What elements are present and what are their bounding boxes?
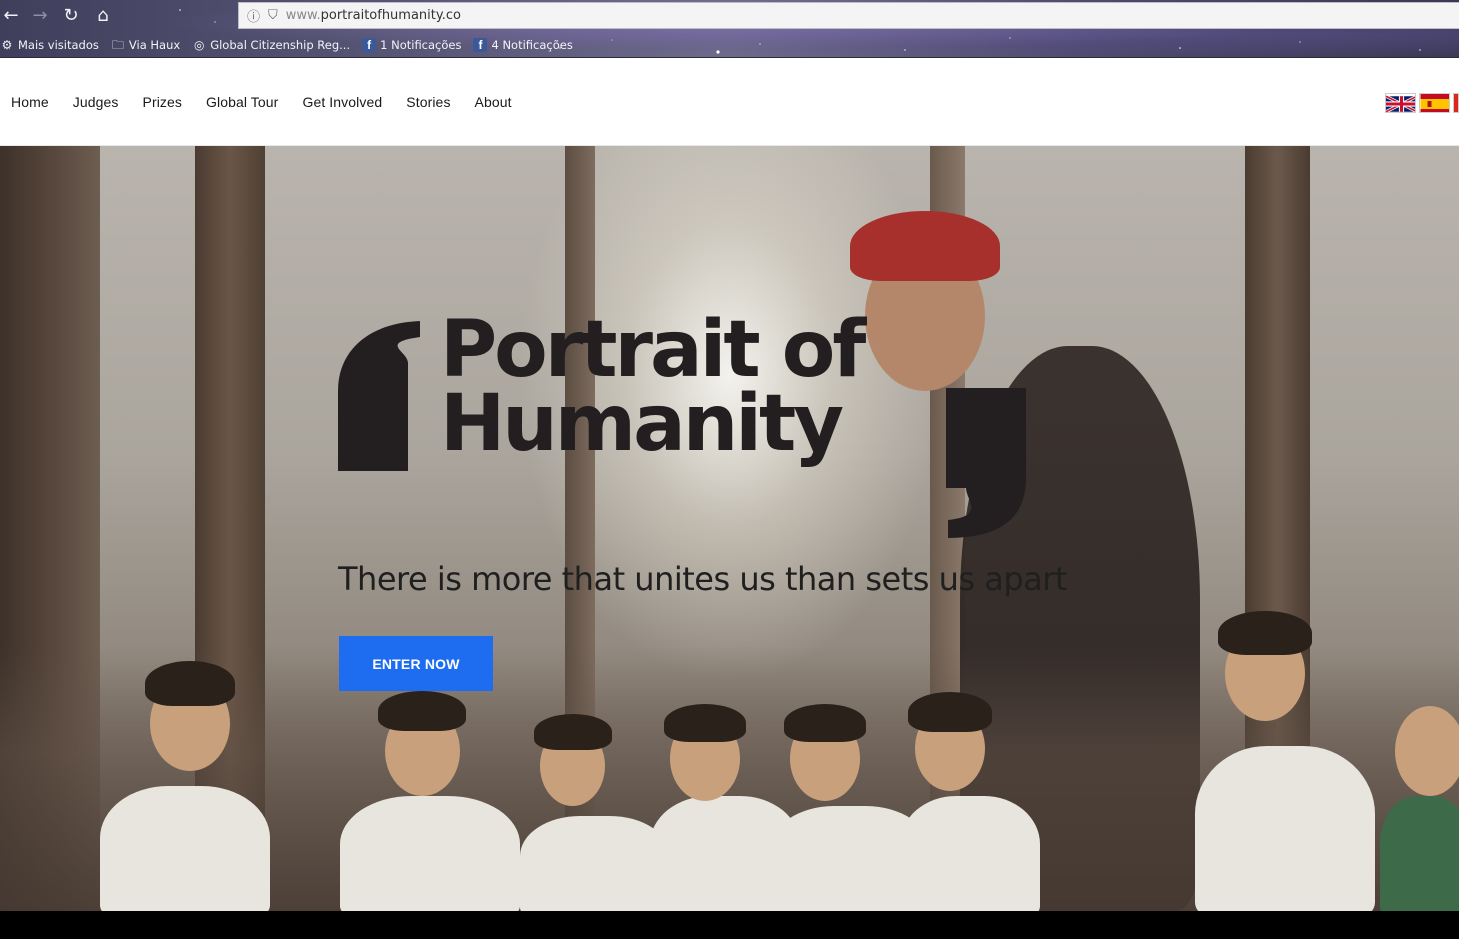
home-icon[interactable]: ⌂ [92, 5, 114, 27]
facebook-icon: f [473, 38, 488, 52]
nav-prizes[interactable]: Prizes [143, 94, 183, 110]
forward-arrow-icon[interactable]: → [29, 5, 51, 27]
main-navigation: Home Judges Prizes Global Tour Get Invol… [11, 94, 536, 110]
photo-subject-hair [850, 211, 1000, 281]
portrait-of-humanity-logo: Portrait of Humanity [338, 305, 1038, 543]
nav-home[interactable]: Home [11, 94, 49, 110]
reload-icon[interactable]: ↻ [60, 5, 82, 27]
portugal-flag-icon[interactable] [1453, 93, 1459, 113]
bookmark-most-visited[interactable]: ⚙ Mais visitados [0, 38, 99, 52]
logo-line-2: Humanity [440, 379, 844, 469]
nav-stories[interactable]: Stories [406, 94, 450, 110]
nav-global-tour[interactable]: Global Tour [206, 94, 278, 110]
back-arrow-icon[interactable]: ← [0, 5, 22, 27]
bookmark-via-haux[interactable]: 🗀 Via Haux [111, 38, 180, 52]
open-quote-mark-icon [338, 321, 420, 471]
facebook-icon: f [362, 38, 377, 52]
nav-about[interactable]: About [475, 94, 512, 110]
hero-tagline: There is more that unites us than sets u… [338, 560, 1067, 598]
uk-flag-icon[interactable] [1385, 93, 1416, 113]
bookmark-facebook-notifications-2[interactable]: f 4 Notificações [473, 38, 573, 52]
nav-get-involved[interactable]: Get Involved [302, 94, 382, 110]
logo-wordmark: Portrait of Humanity [440, 305, 866, 469]
photo-children-group [0, 611, 1459, 911]
bottom-black-bar [0, 911, 1459, 939]
browser-toolbar: ← → ↻ ⌂ ⓘ ⛉ www.portraitofhumanity.co ⚙ … [0, 0, 1459, 58]
address-bar[interactable]: ⓘ ⛉ www.portraitofhumanity.co [238, 2, 1459, 29]
bookmark-global-citizenship[interactable]: ◎ Global Citizenship Reg... [192, 38, 350, 52]
nav-judges[interactable]: Judges [73, 94, 119, 110]
tracking-shield-icon[interactable]: ⛉ [268, 8, 278, 23]
spain-flag-icon[interactable] [1419, 93, 1450, 113]
globe-icon: ◎ [193, 38, 205, 52]
hero-section: Portrait of Humanity There is more that … [0, 146, 1459, 911]
bookmarks-bar: ⚙ Mais visitados 🗀 Via Haux ◎ Global Cit… [0, 35, 585, 55]
close-quote-mark-icon [946, 388, 1026, 538]
site-header: Home Judges Prizes Global Tour Get Invol… [0, 58, 1459, 146]
logo-line-1: Portrait of [440, 305, 866, 395]
info-icon[interactable]: ⓘ [247, 6, 260, 25]
enter-now-button[interactable]: ENTER NOW [339, 636, 493, 691]
folder-icon: 🗀 [111, 38, 124, 52]
url-text[interactable]: www.portraitofhumanity.co [286, 8, 461, 23]
gear-icon: ⚙ [1, 38, 13, 52]
language-switcher [1385, 93, 1459, 113]
bookmark-facebook-notifications-1[interactable]: f 1 Notificações [362, 38, 461, 52]
